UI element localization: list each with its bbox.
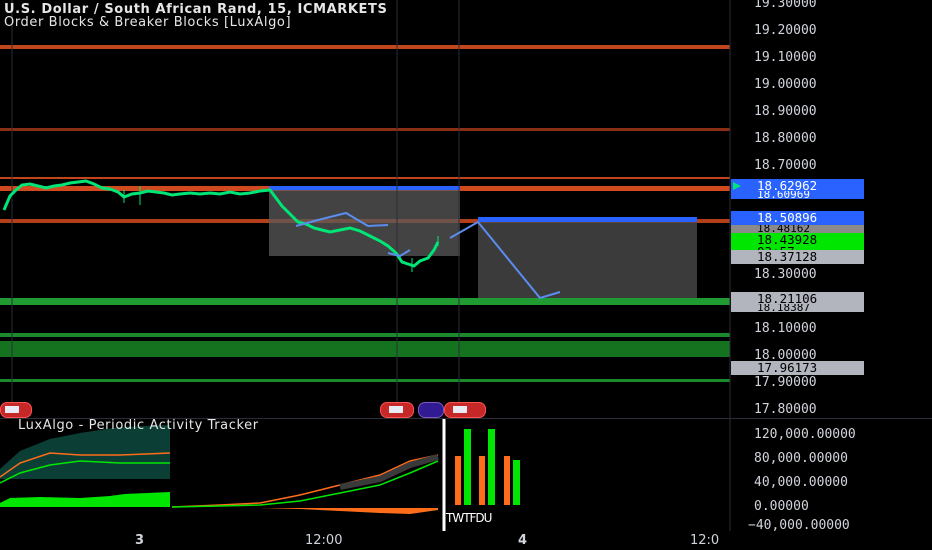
price-axis-label: 19.10000 — [754, 50, 817, 65]
price-axis-label: 19.20000 — [754, 23, 817, 38]
support-zone — [0, 298, 730, 305]
time-axis[interactable]: 3 12:00 4 12:0 — [0, 531, 932, 550]
period-bar — [464, 429, 471, 505]
volume-histogram-negative — [260, 508, 438, 514]
activity-band — [339, 454, 439, 490]
price-axis-label: 19.00000 — [754, 77, 817, 92]
period-bar — [504, 456, 510, 505]
time-axis-label: 12:00 — [305, 533, 343, 548]
projection-box — [478, 218, 697, 300]
price-tag-lower: 18.37128 — [731, 250, 864, 264]
period-bar — [479, 456, 485, 505]
resistance-line — [0, 45, 730, 49]
support-zone — [0, 341, 730, 357]
flag-event-icon[interactable] — [0, 402, 32, 418]
order-block-top — [269, 186, 460, 190]
volume-histogram — [0, 492, 170, 507]
oscillator-axis-label: 80,000.00000 — [754, 451, 848, 466]
price-chart-pane[interactable]: U.S. Dollar / South African Rand, 15, IC… — [0, 0, 932, 418]
price-tag-current-under: 18.60969 — [731, 191, 864, 199]
activity-line-orange — [171, 454, 439, 508]
price-axis-label: 18.90000 — [754, 104, 817, 119]
oscillator-axis-label: 40,000.00000 — [754, 475, 848, 490]
time-axis-label: 12:0 — [690, 533, 720, 548]
price-axis-label: 17.90000 — [754, 375, 817, 390]
resistance-line — [0, 128, 730, 131]
price-tag-last: 18.43928 — [731, 233, 864, 247]
period-bar — [513, 460, 520, 505]
flag-event-icon[interactable] — [380, 402, 414, 418]
price-tag-support-2: 18.18387 — [731, 304, 864, 312]
period-bar — [488, 429, 495, 505]
price-axis-label: 18.80000 — [754, 131, 817, 146]
arrow-right-icon — [733, 182, 741, 190]
indicator-title[interactable]: Order Blocks & Breaker Blocks [LuxAlgo] — [4, 15, 291, 30]
oscillator-axis-label: 0.00000 — [754, 499, 809, 514]
period-bar — [455, 456, 461, 505]
flag-event-icon[interactable] — [418, 402, 444, 418]
flag-event-icon[interactable] — [444, 402, 486, 418]
price-axis-label: 18.10000 — [754, 321, 817, 336]
oscillator-title[interactable]: LuxAlgo - Periodic Activity Tracker — [18, 418, 259, 433]
oscillator-pane[interactable]: LuxAlgo - Periodic Activity Tracker TWTF… — [0, 418, 932, 533]
oscillator-axis-label: 120,000.00000 — [754, 427, 856, 442]
price-tag-support-3: 17.96173 — [731, 361, 864, 375]
projection-box-top — [478, 217, 697, 222]
time-axis-label: 3 — [135, 533, 145, 548]
price-axis-label: 18.30000 — [754, 267, 817, 282]
time-axis-label: 4 — [518, 533, 528, 548]
support-zone — [0, 379, 730, 382]
price-tag-blue-level: 18.50896 — [731, 211, 864, 225]
resistance-line — [0, 177, 730, 179]
price-axis-label: 18.70000 — [754, 158, 817, 173]
price-axis-label: 17.80000 — [754, 402, 817, 417]
support-zone — [0, 333, 730, 337]
price-axis-label: 19.30000 — [754, 0, 817, 11]
bar-day-labels: TWTFDU — [446, 511, 492, 525]
